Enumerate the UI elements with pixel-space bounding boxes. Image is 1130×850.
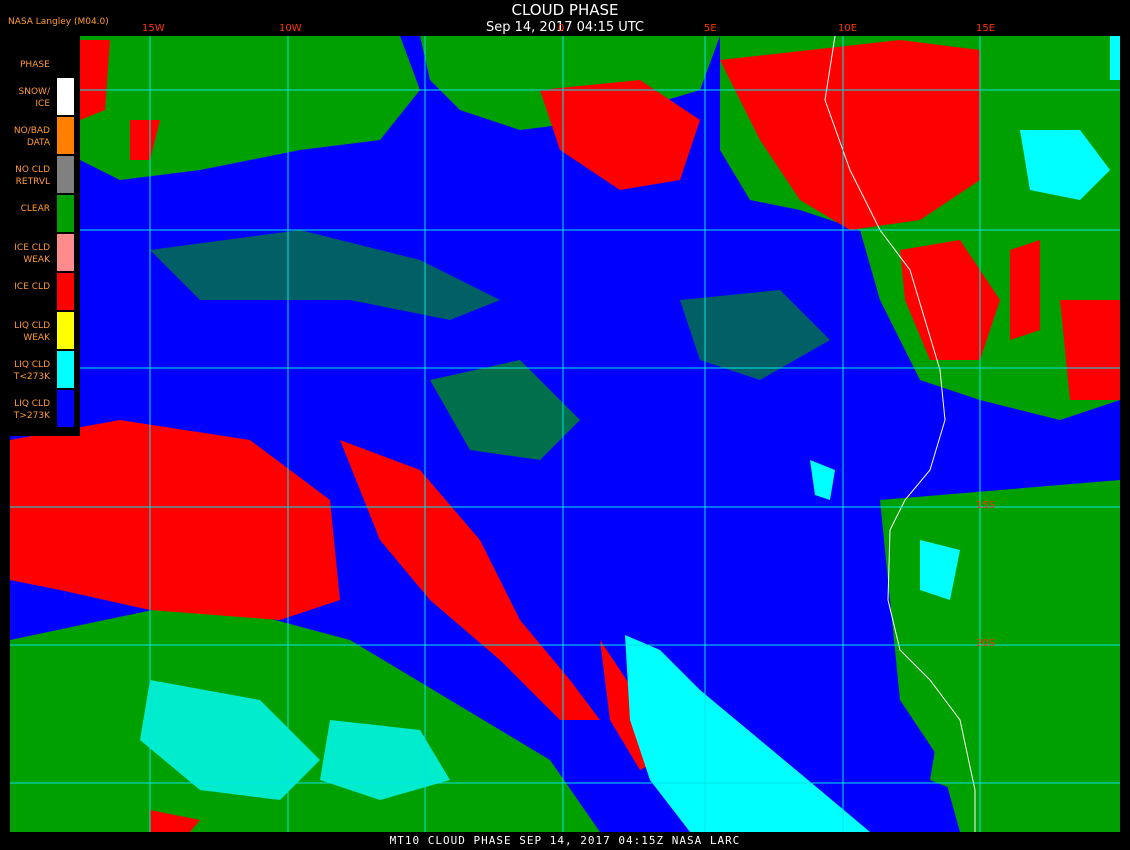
map-footer: MT10 CLOUD PHASE SEP 14, 2017 04:15Z NAS… [389,834,741,847]
legend-item: SNOW/ ICE [0,78,80,115]
lon-label-15e: 15E [976,23,996,34]
legend-swatch [57,273,74,310]
lon-label-15w: 15W [142,23,165,34]
lat-label-20s: 20S [976,638,996,649]
map-subtitle: Sep 14, 2017 04:15 UTC [485,20,645,35]
legend-item: ICE CLD WEAK [0,234,80,271]
lon-label-0: 0 [558,23,565,34]
map-title: CLOUD PHASE [511,1,619,19]
legend-swatch [57,78,74,115]
lat-label-15s: 15S [976,500,996,511]
legend-swatch [57,234,74,271]
legend-swatch [57,351,74,388]
legend-item-label: NO CLD RETRVL [15,165,50,187]
legend-item-label: NO/BAD DATA [13,126,50,148]
legend-header: PHASE [20,60,50,70]
legend-swatch [57,156,74,193]
legend-item-label: LIQ CLD WEAK [14,321,50,343]
legend-item-label: ICE CLD WEAK [14,243,50,265]
legend-item-label: LIQ CLD T<273K [13,360,50,382]
legend-item: LIQ CLD T<273K [0,351,80,388]
legend-swatch [57,390,74,427]
legend-item-label: SNOW/ ICE [18,87,50,109]
legend-item-label: ICE CLD [14,282,50,292]
legend-item: NO CLD RETRVL [0,156,80,193]
legend-item: LIQ CLD T>273K [0,390,80,427]
legend-item: CLEAR [0,195,80,232]
legend-item: NO/BAD DATA [0,117,80,154]
legend-item: LIQ CLD WEAK [0,312,80,349]
legend-swatch [57,312,74,349]
cloud-phase-map [0,0,1130,850]
legend-swatch [57,195,74,232]
legend-item-label: CLEAR [20,204,50,214]
legend-item: ICE CLD [0,273,80,310]
legend-swatch [57,117,74,154]
legend-item-label: LIQ CLD T>273K [13,399,50,421]
lon-label-10w: 10W [279,23,302,34]
phase-legend: PHASE SNOW/ ICE NO/BAD DATA NO CLD RETRVL C… [0,36,80,436]
lon-label-10e: 10E [838,23,858,34]
lon-label-5e: 5E [704,23,717,34]
